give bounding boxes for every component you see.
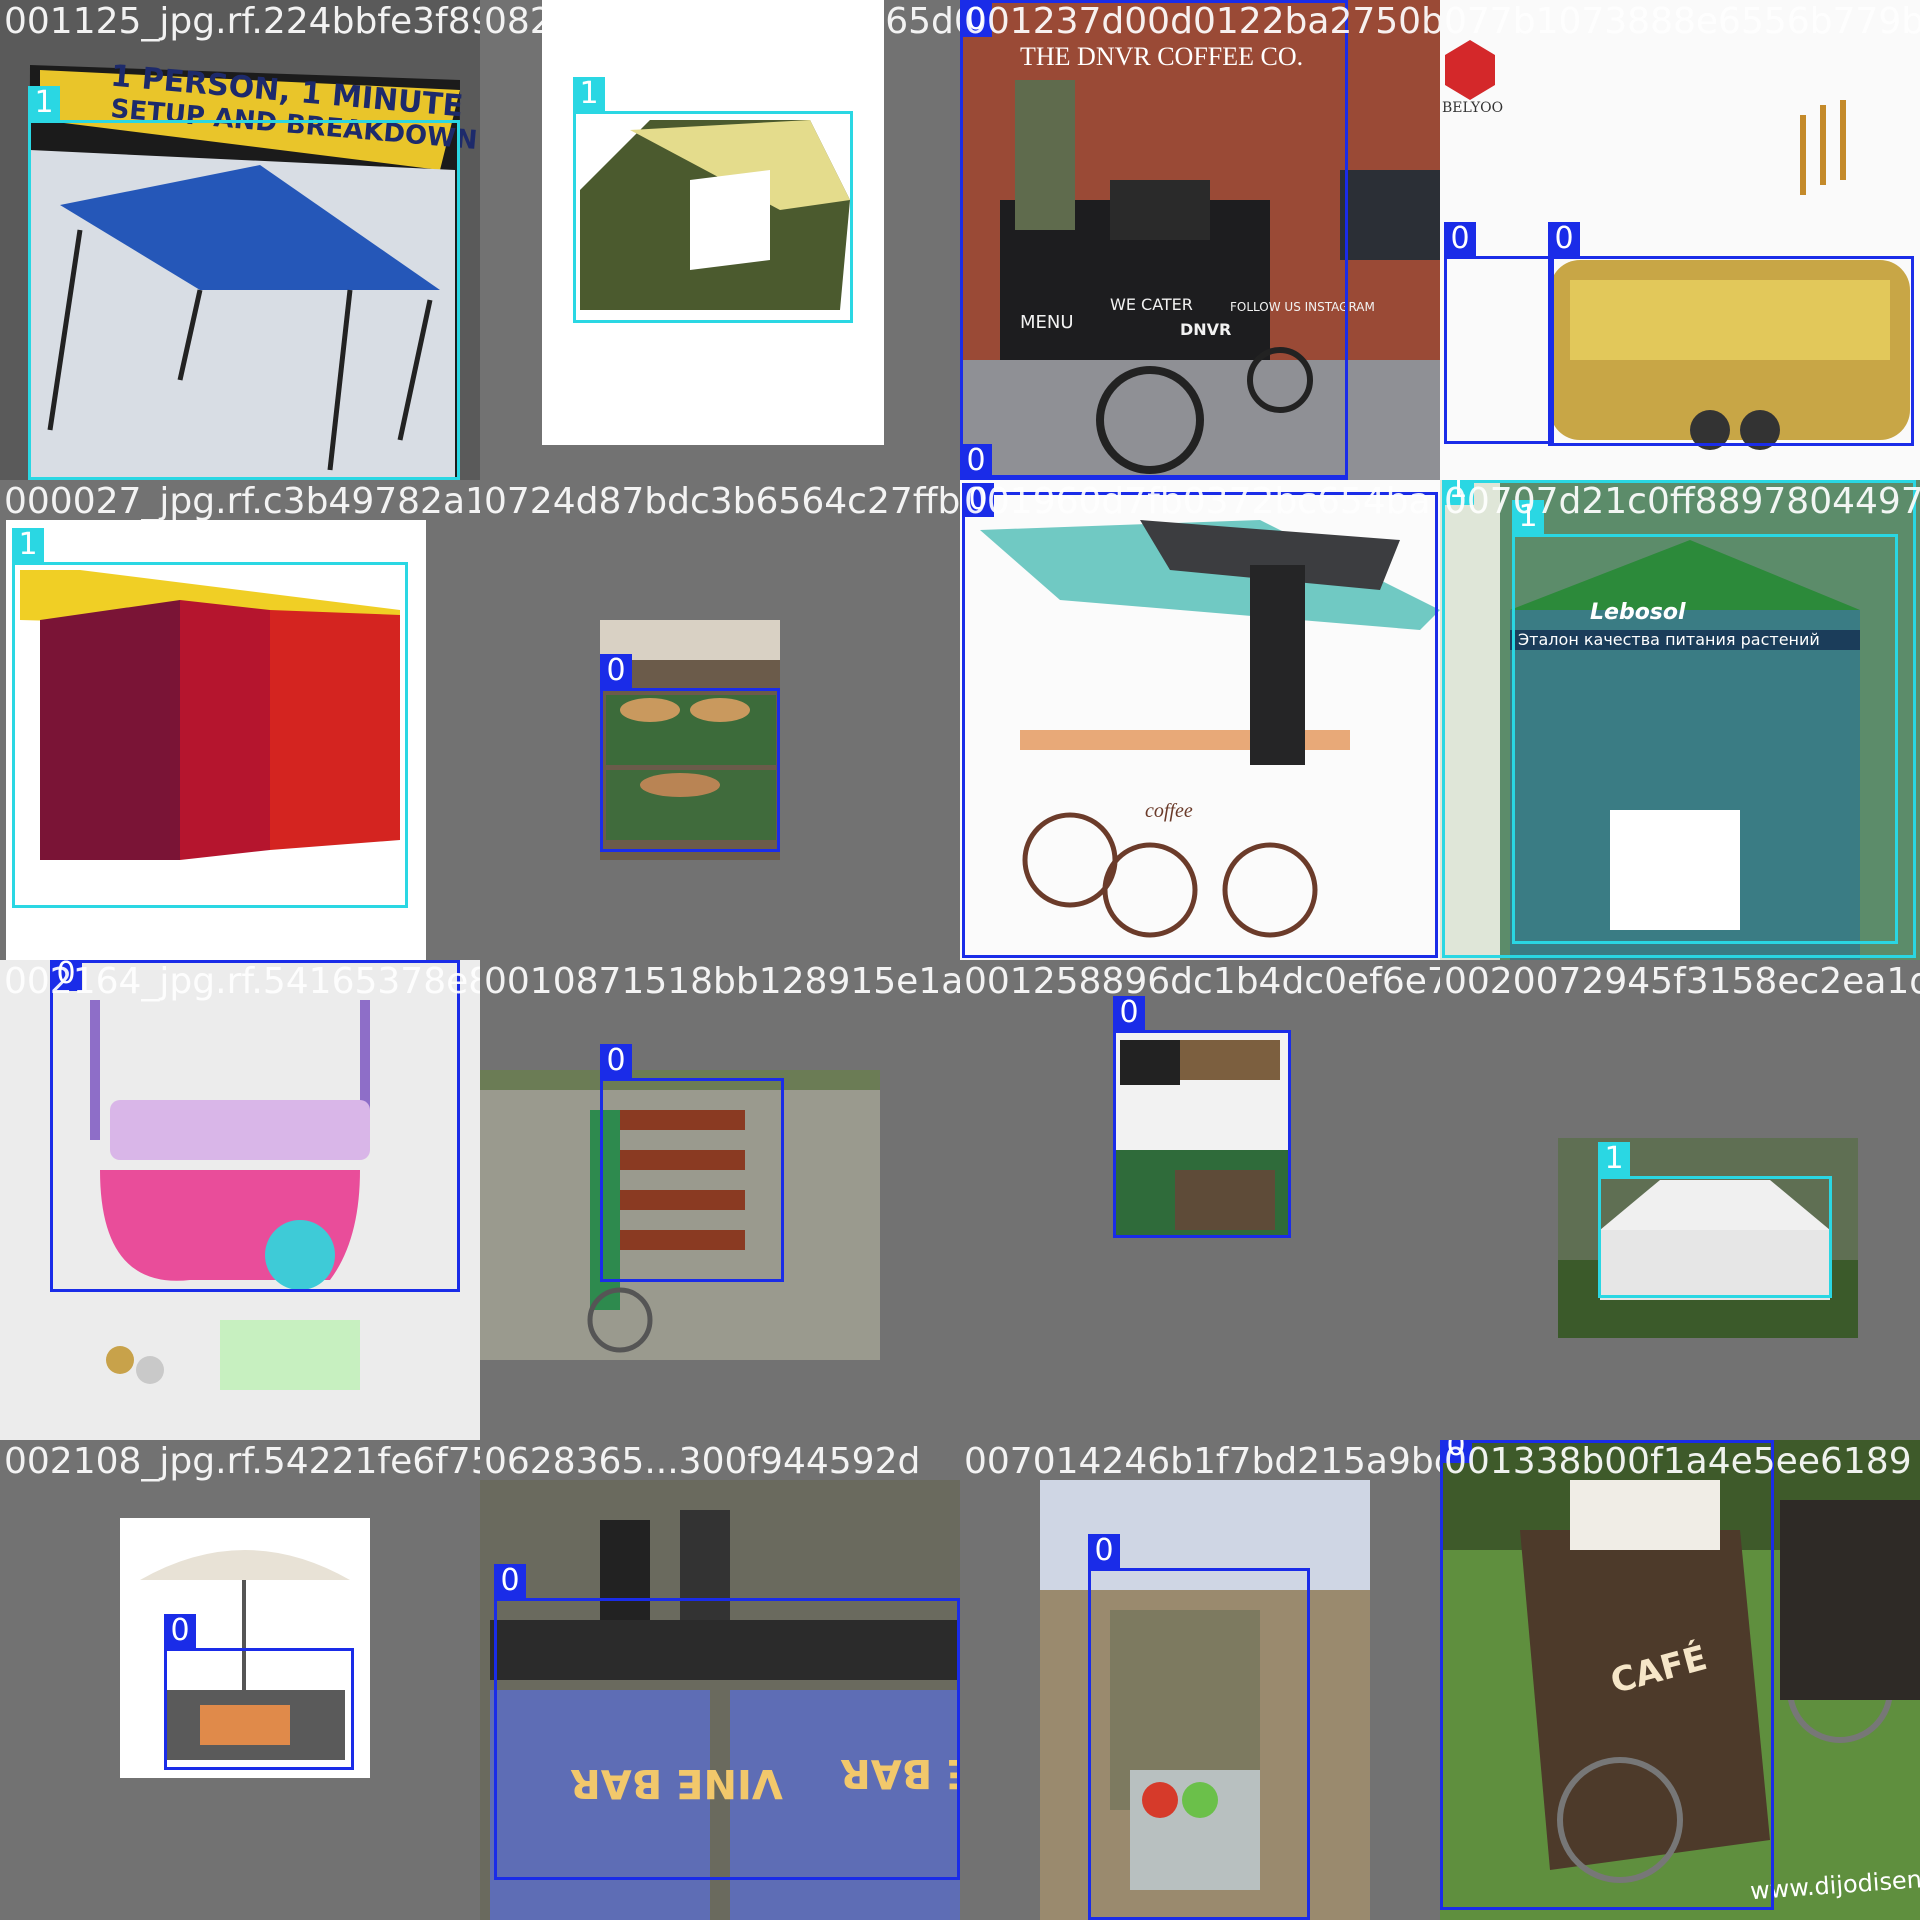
class-label: 0 [164,1614,196,1648]
tile-caption: 0020072945f3158ec2ea1d4 [1444,961,1920,1002]
class-label: 1 [1598,1142,1630,1176]
tile-caption: 002108_jpg.rf.54221fe6f750 [4,1441,480,1482]
bounding-box: 0 [1440,1440,1774,1910]
class-label: 0 [960,444,992,478]
bounding-box: 0 [164,1614,354,1770]
tile-caption: 000027_jpg.rf.c3b49782a13e [4,481,480,522]
bounding-box: 0 [1444,222,1554,444]
class-label: 0 [1088,1534,1120,1568]
bounding-box: 1 [12,528,408,908]
class-label: 1 [12,528,44,562]
tile-1: 1 PERSON, 1 MINUTE SETUP AND BREAKDOWN 0… [0,0,480,480]
tile-16: CAFÉ www.dijodiseno.c 001338b00f1a4e5ee6… [1440,1440,1920,1920]
tile-15: 007014246b1f7bd215a9bc 0 [960,1440,1440,1920]
tile-8: Lebosol Эталон качества питания растений… [1440,480,1920,960]
tile-9: 002164_jpg.rf.54165378e8a 0 [0,960,480,1440]
tile-12: 0020072945f3158ec2ea1d4 1 [1440,960,1920,1440]
bounding-box: 0 [1548,222,1914,446]
bounding-box: 0 [600,1044,784,1282]
bounding-box: 0 [1088,1534,1310,1920]
bounding-box: 1 [1512,500,1898,944]
tile-caption: 001960d7fb0372bc654ba [964,481,1431,522]
tile-caption: 001237d00d0122ba2750bc [964,1,1440,42]
tile-3: THE DNVR COFFEE CO. MENU WE CATER FOLLOW… [960,0,1440,480]
bounding-box: 1 [28,86,460,480]
tile-caption: 007014246b1f7bd215a9bc [964,1441,1440,1482]
tile-11: 001258896dc1b4dc0ef6e71 0 [960,960,1440,1440]
tile-14: VINE BAR VINE BAR 0628365...300f944592d … [480,1440,960,1920]
bounding-box: 0 [600,654,780,852]
tile-caption: 077b1073888e6556b779b76 [1444,1,1920,42]
tile-caption: 002164_jpg.rf.54165378e8a [4,961,480,1002]
class-label: 1 [28,86,60,120]
tile-5: 000027_jpg.rf.c3b49782a13e 1 [0,480,480,960]
class-label: 0 [1444,222,1476,256]
bounding-box: 0 [962,483,1438,958]
tile-7: coffee 001960d7fb0372bc654ba 0 [960,480,1440,960]
class-label: 0 [600,654,632,688]
class-label: 1 [573,77,605,111]
tile-13: 002108_jpg.rf.54221fe6f750 0 [0,1440,480,1920]
brand-wordmark: BELYOO [1442,100,1504,116]
bounding-box: 1 [1598,1142,1832,1298]
tile-6: 0724d87bdc3b6564c27ffb9 0 [480,480,960,960]
class-label: 0 [600,1044,632,1078]
tile-caption: 001258896dc1b4dc0ef6e71 [964,961,1440,1002]
bounding-box: 0 [494,1564,960,1880]
tile-4: BELYOO 077b1073888e6556b779b76 0 0 [1440,0,1920,480]
detection-mosaic: 1 PERSON, 1 MINUTE SETUP AND BREAKDOWN 0… [0,0,1920,1920]
tile-caption: 0827fb91092765e09465d07 [484,1,960,42]
bounding-box: 0 [50,960,460,1292]
bounding-box: 0 [960,0,1348,478]
tile-caption: 0010871518bb128915e1a4 [484,961,960,1002]
tile-caption: 0628365...300f944592d [484,1441,921,1482]
tile-caption: 001338b00f1a4e5ee6189 [1444,1441,1912,1482]
bounding-box: 0 [1113,996,1291,1238]
bounding-box: 0 [960,444,1348,480]
tile-caption: 001125_jpg.rf.224bbfe3f891 [4,1,480,42]
bounding-box: 1 [573,77,853,323]
tile-caption: 0724d87bdc3b6564c27ffb9 [484,481,960,522]
tile-2: 0827fb91092765e09465d07 1 [480,0,960,480]
class-label: 0 [1548,222,1580,256]
class-label: 0 [494,1564,526,1598]
tile-10: 0010871518bb128915e1a4 0 [480,960,960,1440]
tile-caption: 00707d21c0ff8897804497d [1444,481,1920,522]
